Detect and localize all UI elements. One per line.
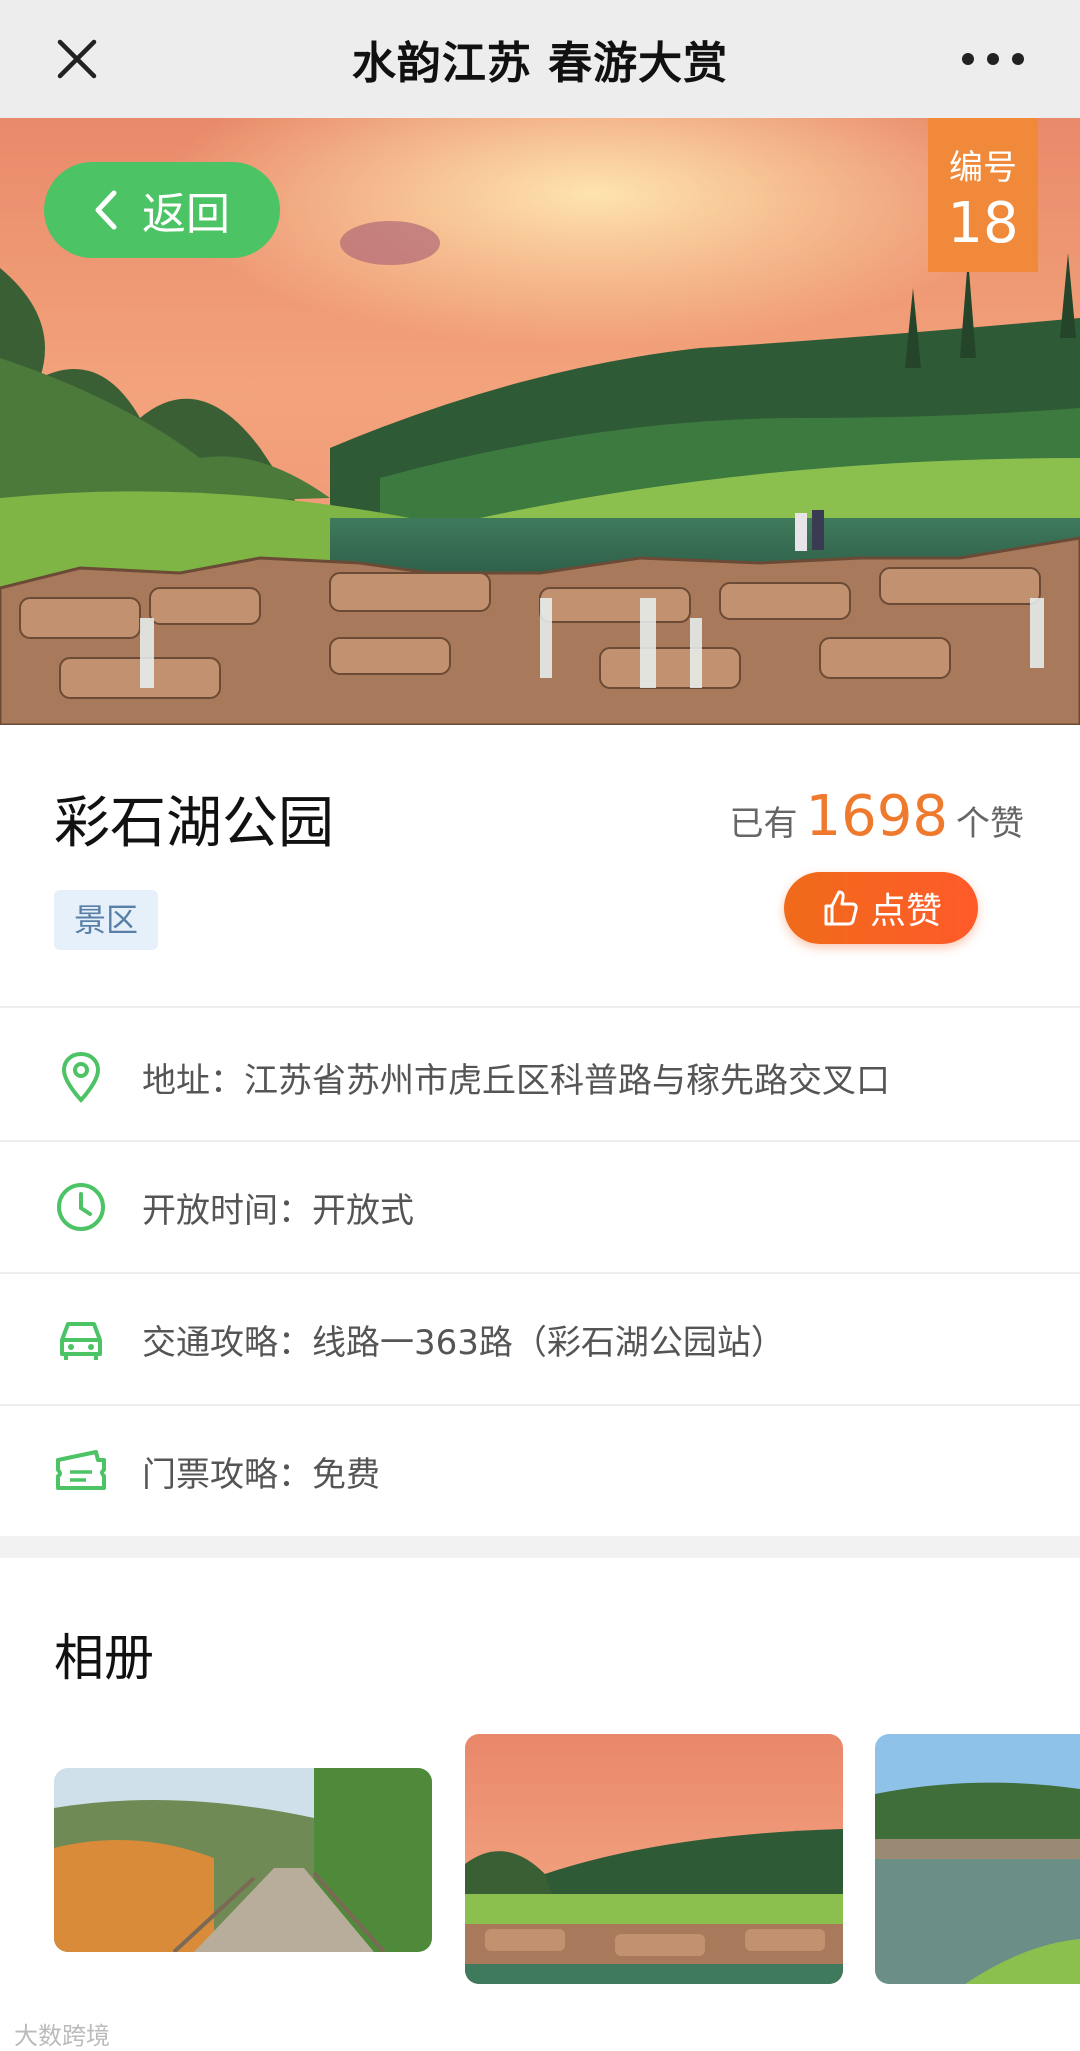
- ticket-icon: [56, 1450, 106, 1490]
- likes-count: 1698: [805, 784, 948, 849]
- album-photo[interactable]: [465, 1734, 843, 1984]
- place-name: 彩石湖公园: [54, 791, 334, 856]
- album-photo-image: [465, 1734, 843, 1984]
- back-button-label: 返回: [142, 189, 230, 240]
- info-row-ticket: 门票攻略：免费: [0, 1406, 1080, 1536]
- back-button[interactable]: 返回: [44, 162, 280, 258]
- like-button[interactable]: 点赞: [784, 872, 978, 944]
- info-row-hours: 开放时间：开放式: [0, 1142, 1080, 1272]
- number-badge: 编号 18: [928, 118, 1038, 272]
- location-pin-icon: [61, 1051, 101, 1103]
- watermark: 大数跨境: [14, 2022, 110, 2050]
- clock-icon: [57, 1183, 105, 1231]
- album-photo-image: [875, 1734, 1080, 1984]
- album-photo-image: [54, 1768, 432, 1952]
- close-icon[interactable]: [52, 34, 102, 84]
- info-row-address: 地址：江苏省苏州市虎丘区科普路与稼先路交叉口: [0, 1012, 1080, 1142]
- likes-suffix: 个赞: [956, 804, 1024, 844]
- like-button-label: 点赞: [869, 891, 942, 932]
- divider: [0, 1006, 1080, 1008]
- thumbs-up-icon: [824, 890, 858, 926]
- ticket-text: 门票攻略：免费: [142, 1454, 380, 1495]
- number-badge-value: 18: [947, 191, 1019, 256]
- album-title: 相册: [54, 1629, 154, 1687]
- info-row-transport: 交通攻略：线路一363路（彩石湖公园站）: [0, 1274, 1080, 1404]
- section-gap: [0, 1536, 1080, 1558]
- number-badge-label: 编号: [949, 148, 1017, 188]
- album-photo[interactable]: [54, 1768, 432, 1952]
- car-icon: [60, 1322, 102, 1360]
- more-icon[interactable]: [958, 44, 1028, 74]
- chevron-left-icon: [95, 190, 117, 230]
- album-photo[interactable]: [875, 1734, 1080, 1984]
- likes-prefix: 已有: [729, 804, 798, 844]
- page-title: 水韵江苏 春游大赏: [351, 38, 729, 89]
- address-text: 地址：江苏省苏州市虎丘区科普路与稼先路交叉口: [142, 1060, 890, 1101]
- hours-text: 开放时间：开放式: [142, 1190, 414, 1231]
- category-tag: 景区: [54, 890, 159, 950]
- transport-text: 交通攻略：线路一363路（彩石湖公园站）: [142, 1322, 785, 1363]
- likes-summary: 已有 1698 个赞: [729, 784, 1024, 849]
- top-nav-bar: 水韵江苏 春游大赏: [0, 0, 1080, 118]
